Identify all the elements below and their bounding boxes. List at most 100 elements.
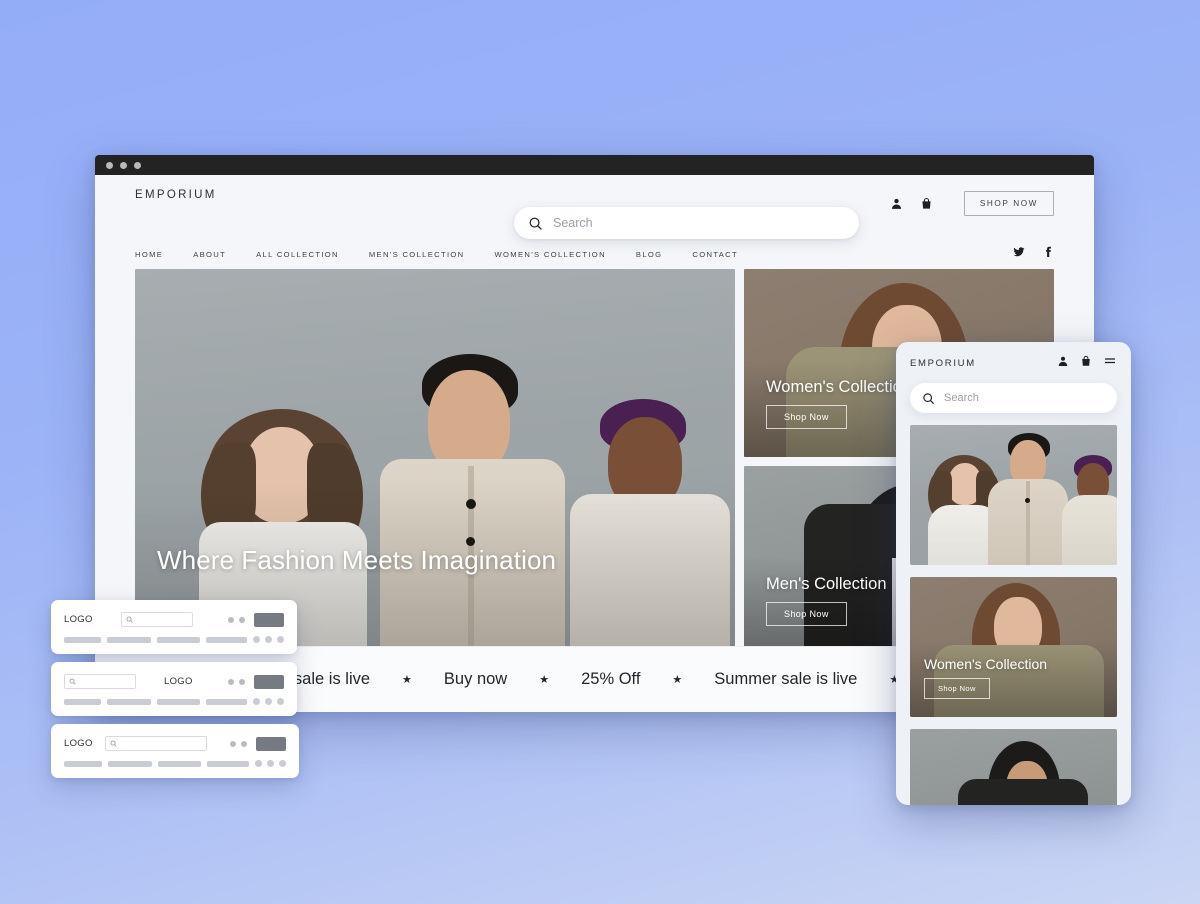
- marquee-item: 25% Off: [549, 670, 672, 689]
- wireframe-nav-bar: [107, 637, 150, 643]
- window-close-dot[interactable]: [106, 162, 113, 169]
- wireframe-social-dot[interactable]: [253, 636, 260, 643]
- wireframe-icon-dot[interactable]: [241, 741, 247, 747]
- mobile-header: EMPORIUM: [896, 342, 1131, 372]
- hero-main-card[interactable]: Where Fashion Meets Imagination: [135, 269, 735, 654]
- window-maximize-dot[interactable]: [134, 162, 141, 169]
- primary-nav: HOME ABOUT ALL COLLECTION MEN'S COLLECTI…: [95, 239, 1094, 269]
- search-input[interactable]: Search: [514, 207, 859, 239]
- hamburger-menu-icon[interactable]: [1103, 354, 1117, 372]
- wireframe-social-dots: [255, 760, 286, 767]
- mobile-womens-cta[interactable]: Shop Now: [924, 678, 990, 699]
- wireframe-cta-block[interactable]: [254, 675, 284, 689]
- wireframe-social-dot[interactable]: [255, 760, 262, 767]
- nav-item-contact[interactable]: CONTACT: [692, 250, 738, 259]
- wireframe-nav-bar: [64, 699, 101, 705]
- facebook-icon[interactable]: [1042, 245, 1054, 263]
- wireframe-search-input[interactable]: [105, 736, 207, 751]
- wireframe-social-dots: [253, 698, 284, 705]
- wireframe-card-logo-left-wide[interactable]: LOGO: [51, 724, 299, 778]
- womens-collection-title: Women's Collection: [766, 378, 911, 397]
- nav-item-home[interactable]: HOME: [135, 250, 163, 259]
- hero-main-title: Where Fashion Meets Imagination: [157, 545, 556, 576]
- wireframe-logo: LOGO: [164, 676, 193, 687]
- nav-item-about[interactable]: ABOUT: [193, 250, 226, 259]
- wireframe-nav-bar: [207, 761, 249, 767]
- wireframe-social-dot[interactable]: [265, 636, 272, 643]
- wireframe-actions: [228, 613, 284, 627]
- wireframe-actions: [228, 675, 284, 689]
- mobile-preview-panel: EMPORIUM Search: [896, 342, 1131, 805]
- mobile-brand-logo: EMPORIUM: [910, 358, 976, 369]
- marquee-item: Buy now: [412, 670, 539, 689]
- marquee-separator-icon: ★: [539, 673, 549, 686]
- wireframe-search-input[interactable]: [64, 674, 136, 689]
- mobile-womens-title: Women's Collection: [924, 656, 1047, 672]
- browser-titlebar: [95, 155, 1094, 175]
- wireframe-search-input[interactable]: [121, 612, 193, 627]
- shop-now-button[interactable]: SHOP NOW: [964, 191, 1054, 216]
- wireframe-nav-bar: [64, 761, 102, 767]
- wireframe-icon-dot[interactable]: [228, 617, 234, 623]
- wireframe-icon-dot[interactable]: [230, 741, 236, 747]
- wireframe-logo: LOGO: [64, 614, 93, 625]
- wireframe-icon-dot[interactable]: [239, 617, 245, 623]
- user-icon[interactable]: [890, 197, 903, 210]
- nav-item-all-collection[interactable]: ALL COLLECTION: [256, 250, 339, 259]
- wireframe-icon-dot[interactable]: [228, 679, 234, 685]
- nav-links: HOME ABOUT ALL COLLECTION MEN'S COLLECTI…: [135, 250, 738, 259]
- mobile-search-input[interactable]: Search: [910, 383, 1117, 413]
- social-links: [1013, 245, 1054, 263]
- wireframe-icon-dot[interactable]: [239, 679, 245, 685]
- search-placeholder: Search: [553, 216, 593, 230]
- nav-item-womens-collection[interactable]: WOMEN'S COLLECTION: [495, 250, 606, 259]
- wireframe-social-dot[interactable]: [265, 698, 272, 705]
- user-icon[interactable]: [1057, 354, 1069, 372]
- twitter-icon[interactable]: [1013, 245, 1025, 263]
- mobile-hero-photo: [910, 425, 1117, 565]
- wireframe-cta-block[interactable]: [256, 737, 286, 751]
- wireframe-nav-bar: [206, 699, 247, 705]
- wireframe-nav-bar: [108, 761, 152, 767]
- mens-collection-cta[interactable]: Shop Now: [766, 602, 847, 626]
- wireframe-nav-bar: [64, 637, 101, 643]
- wireframe-social-dot[interactable]: [277, 636, 284, 643]
- nav-item-mens-collection[interactable]: MEN'S COLLECTION: [369, 250, 465, 259]
- wireframe-social-dot[interactable]: [267, 760, 274, 767]
- search-icon: [110, 740, 117, 747]
- mens-collection-title: Men's Collection: [766, 575, 887, 594]
- bag-icon[interactable]: [1080, 354, 1092, 372]
- marquee-separator-icon: ★: [402, 673, 412, 686]
- mobile-card-womens[interactable]: Women's Collection Shop Now: [910, 577, 1117, 717]
- nav-item-blog[interactable]: BLOG: [636, 250, 663, 259]
- mobile-card-hero[interactable]: [910, 425, 1117, 565]
- wireframe-nav-bar: [158, 761, 202, 767]
- wireframe-nav-bar: [107, 699, 150, 705]
- header-actions: SHOP NOW: [890, 191, 1054, 216]
- wireframe-nav-bar: [206, 637, 247, 643]
- bag-icon[interactable]: [920, 197, 933, 210]
- wireframe-nav-bar: [157, 637, 200, 643]
- mobile-mens-photo: [910, 729, 1117, 805]
- wireframe-social-dots: [253, 636, 284, 643]
- wireframe-social-dot[interactable]: [277, 698, 284, 705]
- mobile-search-placeholder: Search: [944, 392, 979, 404]
- marquee-item: Summer sale is live: [682, 670, 889, 689]
- wireframe-actions: [230, 737, 286, 751]
- search-icon: [922, 392, 935, 405]
- mobile-header-icons: [1057, 354, 1117, 372]
- wireframe-card-logo-left[interactable]: LOGO: [51, 600, 297, 654]
- wireframe-social-dot[interactable]: [279, 760, 286, 767]
- mobile-card-mens[interactable]: [910, 729, 1117, 805]
- wireframe-nav-bar: [157, 699, 200, 705]
- wireframe-logo: LOGO: [64, 738, 93, 749]
- marquee-separator-icon: ★: [672, 673, 682, 686]
- window-minimize-dot[interactable]: [120, 162, 127, 169]
- hero-main-photo: [135, 269, 735, 654]
- search-icon: [126, 616, 133, 623]
- wireframe-cta-block[interactable]: [254, 613, 284, 627]
- womens-collection-cta[interactable]: Shop Now: [766, 405, 847, 429]
- wireframe-social-dot[interactable]: [253, 698, 260, 705]
- wireframe-card-logo-center[interactable]: LOGO: [51, 662, 297, 716]
- mobile-card-list: Women's Collection Shop Now: [910, 425, 1117, 805]
